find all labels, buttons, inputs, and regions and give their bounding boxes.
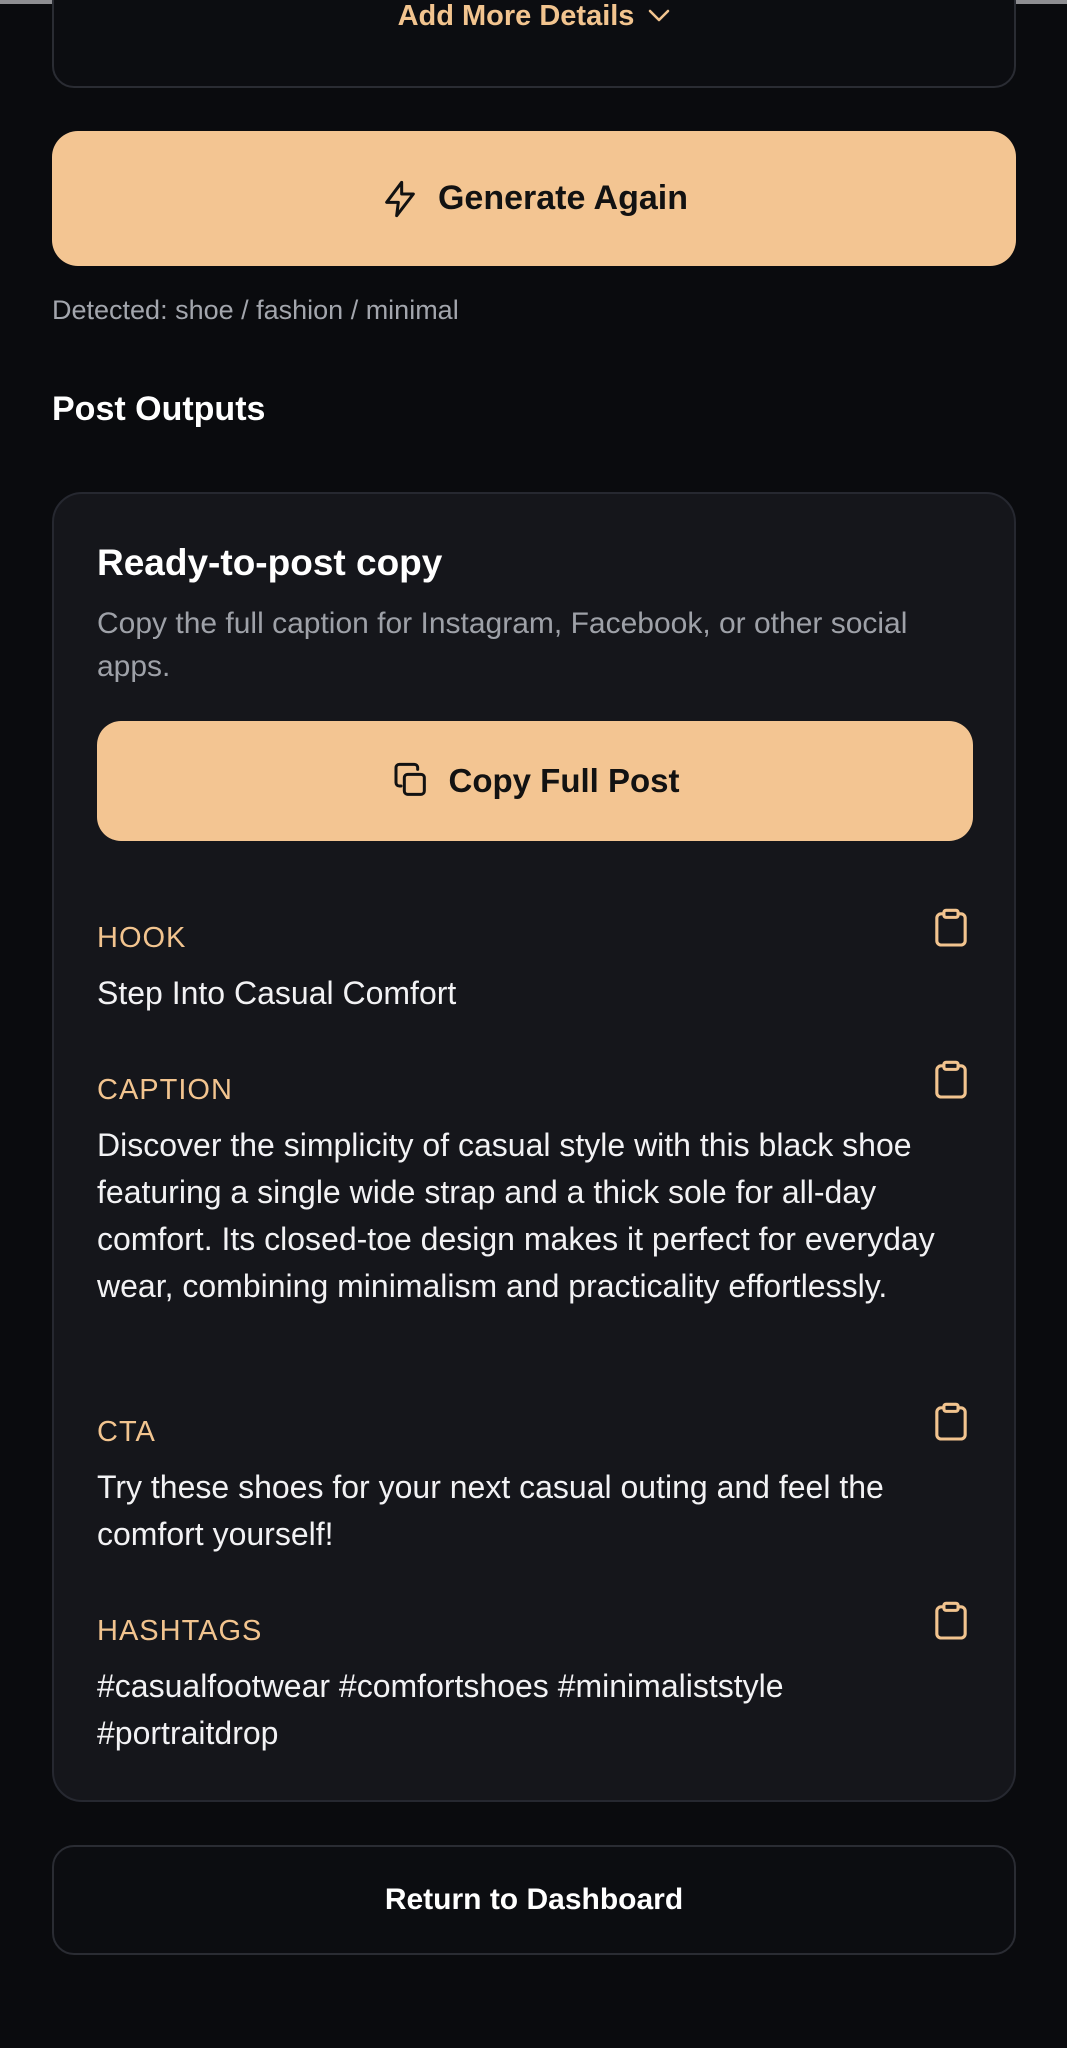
copy-hashtags-clipboard-icon[interactable] [934, 1601, 968, 1641]
copy-caption-clipboard-icon[interactable] [934, 1060, 968, 1100]
caption-label: CAPTION [97, 1074, 233, 1106]
chevron-down-icon [649, 9, 670, 22]
lightning-icon [385, 180, 415, 217]
card-subtitle: Copy the full caption for Instagram, Fac… [97, 607, 908, 683]
details-panel: Add More Details [52, 0, 1016, 88]
add-more-details-label: Add More Details [397, 0, 635, 32]
return-to-dashboard-button[interactable]: Return to Dashboard [52, 1845, 1016, 1955]
hook-label: HOOK [97, 922, 187, 954]
hashtags-label: HASHTAGS [97, 1615, 263, 1647]
generate-again-label: Generate Again [437, 179, 689, 217]
cta-value: Try these shoes for your next casual out… [97, 1469, 884, 1552]
copy-cta-clipboard-icon[interactable] [934, 1402, 968, 1442]
hashtags-value: #casualfootwear #comfortshoes #minimalis… [97, 1668, 784, 1751]
post-outputs-card: Ready-to-post copy Copy the full caption… [52, 492, 1016, 1802]
return-to-dashboard-label: Return to Dashboard [384, 1883, 684, 1916]
copy-hook-clipboard-icon[interactable] [934, 908, 968, 948]
hook-value: Step Into Casual Comfort [97, 975, 457, 1011]
copy-full-post-label: Copy Full Post [448, 762, 680, 799]
post-outputs-title: Post Outputs [52, 390, 266, 428]
detected-tags: Detected: shoe / fashion / minimal [52, 295, 459, 325]
copy-icon [394, 762, 426, 796]
add-more-details-toggle[interactable]: Add More Details [54, 0, 1014, 36]
caption-value: Discover the simplicity of casual style … [97, 1127, 935, 1304]
cta-label: CTA [97, 1416, 156, 1448]
card-title: Ready-to-post copy [97, 542, 443, 583]
generate-again-button[interactable]: Generate Again [52, 131, 1016, 266]
copy-full-post-button[interactable]: Copy Full Post [97, 721, 973, 841]
